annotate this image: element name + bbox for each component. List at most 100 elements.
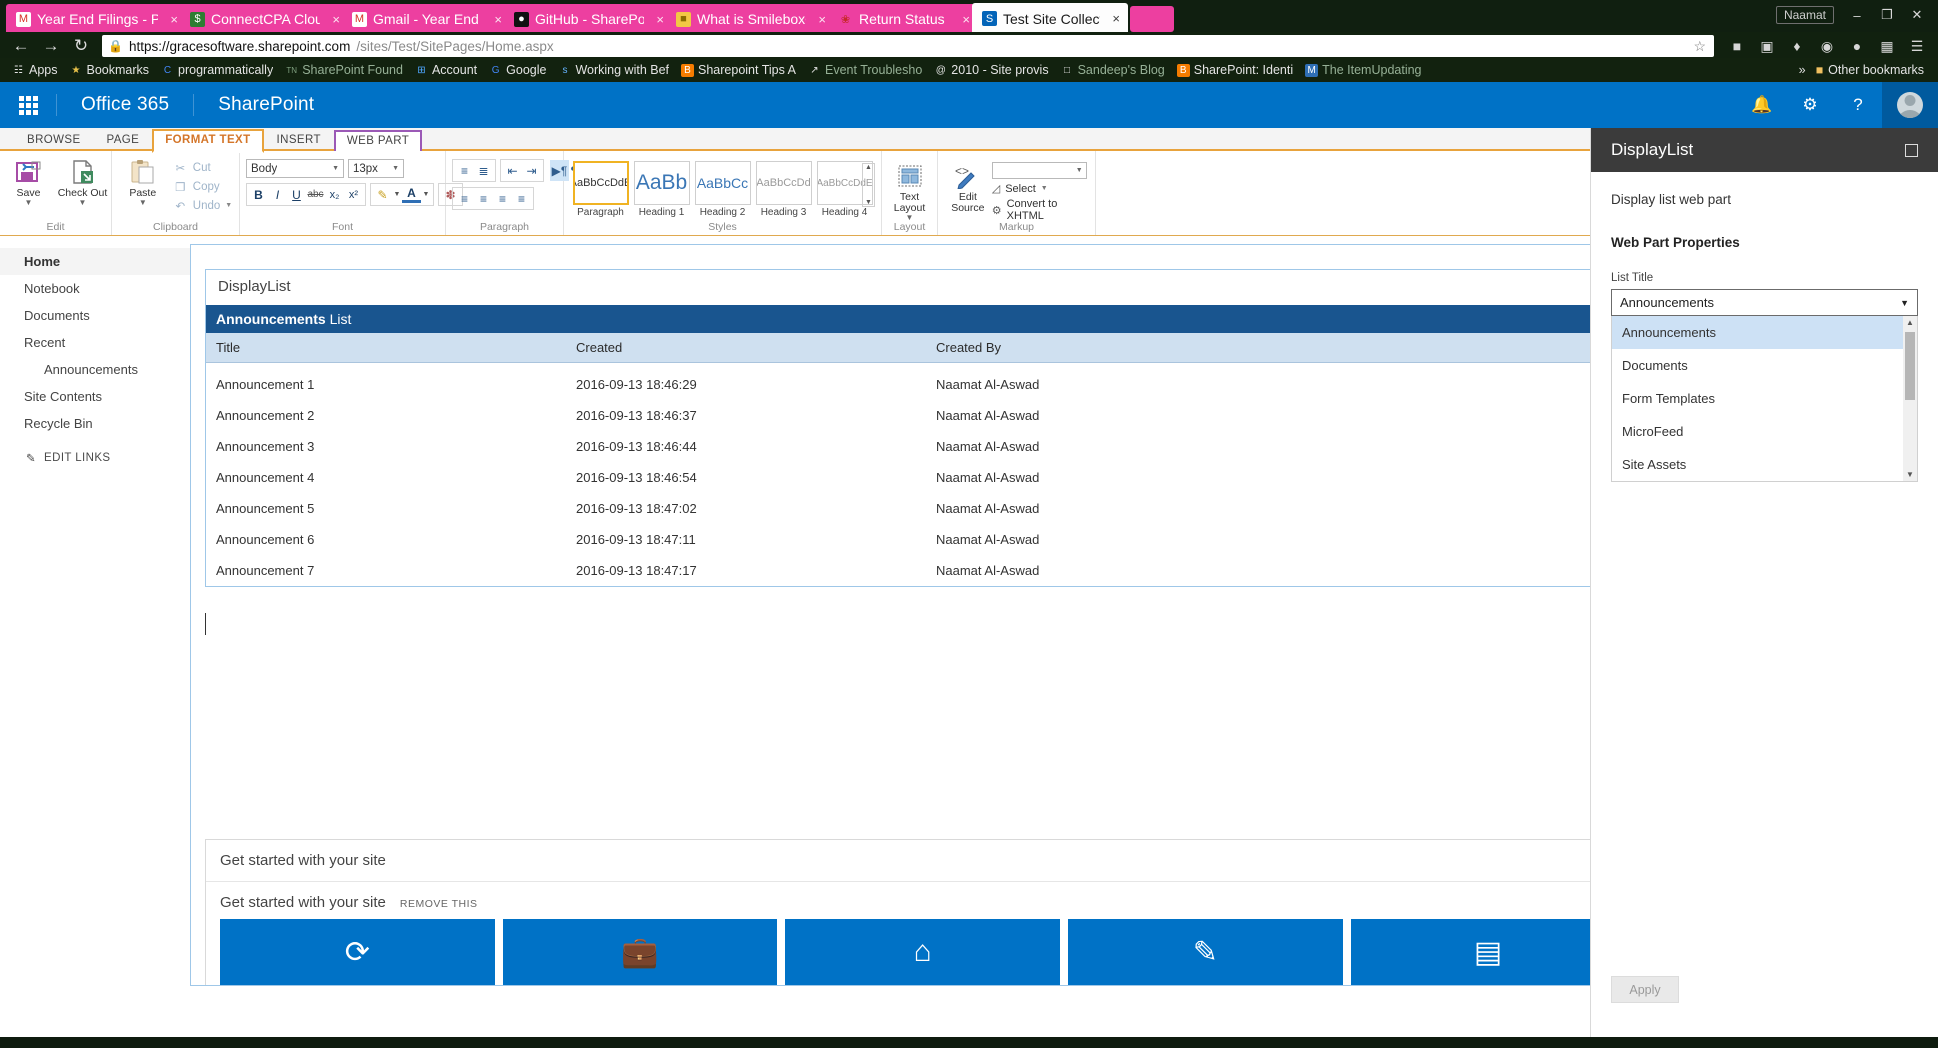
dropdown-option-5[interactable]: Site Assets bbox=[1612, 448, 1917, 481]
notifications-icon[interactable]: 🔔 bbox=[1738, 82, 1786, 128]
dropdown-scrollbar[interactable]: ▲ ▼ bbox=[1903, 316, 1917, 481]
tab-browse[interactable]: BROWSE bbox=[14, 129, 94, 151]
back-icon[interactable]: ← bbox=[8, 35, 34, 57]
help-icon[interactable]: ? bbox=[1834, 82, 1882, 128]
office365-brand[interactable]: Office 365 bbox=[57, 94, 193, 116]
get-started-tile-2[interactable]: 💼 bbox=[502, 919, 778, 985]
bookmark-9[interactable]: ↗ Event Troublesho bbox=[802, 61, 928, 79]
browser-tab-2[interactable]: $ ConnectCPA Cloud P × bbox=[180, 4, 348, 34]
edit-source-button[interactable]: <> Edit Source bbox=[944, 159, 992, 214]
bookmarks-overflow-icon[interactable]: » bbox=[1791, 63, 1814, 77]
styles-scroll-down-icon[interactable]: ▼ bbox=[865, 199, 872, 206]
apply-button[interactable]: Apply bbox=[1611, 976, 1679, 1003]
scroll-down-icon[interactable]: ▼ bbox=[1906, 468, 1914, 481]
tab-close-icon[interactable]: × bbox=[956, 12, 970, 27]
other-bookmarks-folder[interactable]: ■ Other bookmarks bbox=[1816, 63, 1932, 77]
bookmark-4[interactable]: TN SharePoint Found bbox=[279, 61, 409, 79]
bookmark-11[interactable]: □ Sandeep's Blog bbox=[1055, 61, 1171, 79]
increase-indent-icon[interactable]: ⇥ bbox=[522, 160, 541, 181]
sidebar-item-site-contents[interactable]: Site Contents bbox=[0, 383, 190, 410]
sidebar-item-notebook[interactable]: Notebook bbox=[0, 275, 190, 302]
app-launcher-icon[interactable] bbox=[0, 95, 56, 115]
restore-button[interactable]: ❐ bbox=[1874, 5, 1900, 25]
tab-insert[interactable]: INSERT bbox=[264, 129, 334, 151]
minimize-button[interactable]: – bbox=[1844, 5, 1870, 25]
scroll-up-icon[interactable]: ▲ bbox=[1906, 316, 1914, 329]
save-button[interactable]: Save ▼ bbox=[3, 155, 55, 207]
tab-page[interactable]: PAGE bbox=[94, 129, 153, 151]
scrollbar-thumb[interactable] bbox=[1905, 332, 1915, 400]
tab-close-icon[interactable]: × bbox=[1106, 11, 1120, 26]
dropdown-option-4[interactable]: MicroFeed bbox=[1612, 415, 1917, 448]
browser-tab-3[interactable]: M Gmail - Year End Filin × bbox=[342, 4, 510, 34]
bold-button[interactable]: B bbox=[249, 184, 268, 205]
pin-icon[interactable] bbox=[1905, 143, 1918, 157]
bookmark-6[interactable]: G Google bbox=[483, 61, 552, 79]
tab-close-icon[interactable]: × bbox=[488, 12, 502, 27]
cut-button[interactable]: ✂ Cut bbox=[171, 158, 234, 177]
forward-icon[interactable]: → bbox=[38, 35, 64, 57]
convert-to-xhtml-button[interactable]: ⚙ Convert to XHTML bbox=[992, 198, 1089, 222]
extension-icon-1[interactable]: ■ bbox=[1724, 35, 1750, 57]
browser-tab-5[interactable]: ■ What is SmileboxClie × bbox=[666, 4, 834, 34]
subscript-button[interactable]: x₂ bbox=[325, 184, 344, 205]
font-size-select[interactable]: 13px ▼ bbox=[348, 159, 404, 178]
bookmark-12[interactable]: B SharePoint: Identi bbox=[1171, 61, 1299, 79]
extension-icon-6[interactable]: ▦ bbox=[1874, 35, 1900, 57]
bullet-list-icon[interactable]: ≡ bbox=[455, 160, 474, 181]
sidebar-item-documents[interactable]: Documents bbox=[0, 302, 190, 329]
settings-gear-icon[interactable]: ⚙ bbox=[1786, 82, 1834, 128]
align-left-icon[interactable]: ≡ bbox=[455, 188, 474, 209]
reload-icon[interactable]: ↻ bbox=[68, 35, 94, 57]
tab-close-icon[interactable]: × bbox=[164, 12, 178, 27]
remove-this-link[interactable]: REMOVE THIS bbox=[400, 898, 478, 910]
tab-close-icon[interactable]: × bbox=[812, 12, 826, 27]
paste-button[interactable]: Paste ▼ bbox=[117, 155, 169, 207]
copy-button[interactable]: ❐ Copy bbox=[171, 177, 234, 196]
markup-search-box[interactable]: ▼ bbox=[991, 162, 1087, 179]
tab-close-icon[interactable]: × bbox=[650, 12, 664, 27]
bookmark-7[interactable]: s Working with Bef bbox=[552, 61, 675, 79]
superscript-button[interactable]: x² bbox=[344, 184, 363, 205]
extension-icon-5[interactable]: ● bbox=[1844, 35, 1870, 57]
user-avatar[interactable] bbox=[1882, 82, 1938, 128]
style-option-2[interactable]: AaBb bbox=[633, 161, 690, 205]
bookmark-3[interactable]: Cprogrammatically bbox=[155, 61, 279, 79]
numbered-list-icon[interactable]: ≣ bbox=[474, 160, 493, 181]
bookmark-1[interactable]: ☷ Apps bbox=[6, 61, 64, 79]
browser-tab-6[interactable]: ❀ Return Status × bbox=[828, 4, 978, 34]
align-right-icon[interactable]: ≡ bbox=[493, 188, 512, 209]
browser-profile-name[interactable]: Naamat bbox=[1775, 6, 1834, 24]
bookmark-star-icon[interactable]: ☆ bbox=[1693, 38, 1706, 55]
browser-tab-4[interactable]: ● GitHub - SharePoint/ × bbox=[504, 4, 672, 34]
column-header-created[interactable]: Created bbox=[566, 333, 926, 363]
dropdown-option-2[interactable]: Documents bbox=[1612, 349, 1917, 382]
extension-icon-2[interactable]: ▣ bbox=[1754, 35, 1780, 57]
extension-icon-3[interactable]: ♦ bbox=[1784, 35, 1810, 57]
text-layout-button[interactable]: Text Layout ▼ bbox=[884, 159, 936, 222]
bookmark-8[interactable]: B Sharepoint Tips A bbox=[675, 61, 802, 79]
tab-format-text[interactable]: FORMAT TEXT bbox=[152, 129, 264, 153]
align-center-icon[interactable]: ≡ bbox=[474, 188, 493, 209]
highlight-dropdown-icon[interactable]: ▼ bbox=[392, 184, 402, 205]
bookmark-5[interactable]: ⊞ Account bbox=[409, 61, 483, 79]
new-tab-stub[interactable] bbox=[1130, 6, 1174, 32]
style-option-4[interactable]: AaBbCcDd bbox=[755, 161, 812, 205]
extension-icon-4[interactable]: ◉ bbox=[1814, 35, 1840, 57]
sharepoint-brand[interactable]: SharePoint bbox=[194, 94, 338, 116]
dropdown-option-1[interactable]: Announcements bbox=[1612, 316, 1917, 349]
sidebar-item-announcements[interactable]: Announcements bbox=[0, 356, 190, 383]
bookmark-10[interactable]: @2010 - Site provis bbox=[928, 61, 1054, 79]
underline-button[interactable]: U bbox=[287, 184, 306, 205]
styles-scroll-up-icon[interactable]: ▲ bbox=[865, 164, 872, 171]
check-out-dropdown-icon[interactable]: ▼ bbox=[79, 199, 87, 207]
sidebar-item-recycle-bin[interactable]: Recycle Bin bbox=[0, 410, 190, 437]
font-family-select[interactable]: Body ▼ bbox=[246, 159, 344, 178]
styles-scroll[interactable]: ▲ ▼ bbox=[862, 163, 875, 207]
get-started-tile-5[interactable]: ▤ bbox=[1350, 919, 1626, 985]
sidebar-item-home[interactable]: Home bbox=[0, 248, 190, 275]
column-header-title[interactable]: Title bbox=[206, 333, 566, 363]
style-option-3[interactable]: AaBbCc bbox=[694, 161, 751, 205]
browser-tab-7[interactable]: S Test Site Collection - × bbox=[972, 3, 1128, 34]
italic-button[interactable]: I bbox=[268, 184, 287, 205]
